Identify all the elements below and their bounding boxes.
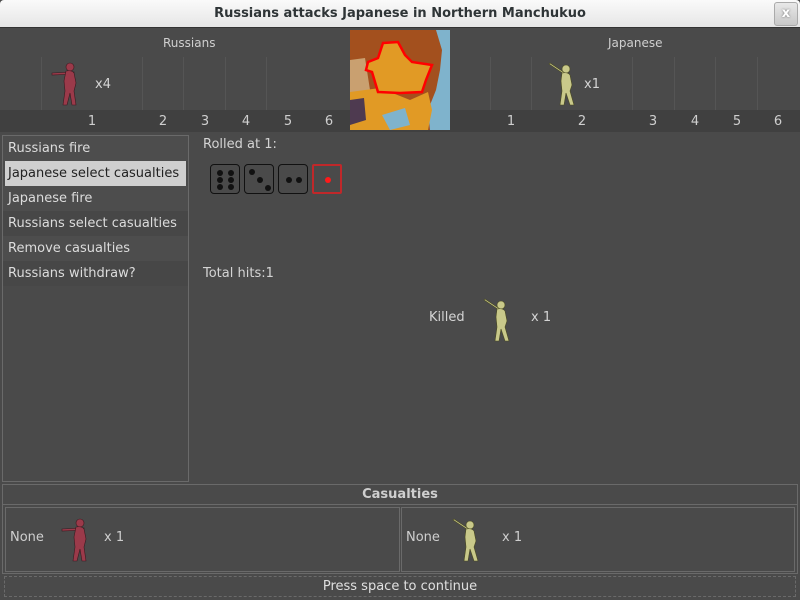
die-six-icon <box>210 164 240 194</box>
die-three-icon <box>244 164 274 194</box>
defender-num-6: 6 <box>773 114 783 129</box>
casualties-title: Casualties <box>3 485 797 505</box>
attacker-name: Russians <box>163 36 216 50</box>
japanese-infantry-icon <box>452 518 479 562</box>
territory-map-thumbnail <box>350 30 450 130</box>
phase-japanese-select-casualties[interactable]: Japanese select casualties <box>5 161 186 186</box>
defender-num-5: 5 <box>732 114 742 129</box>
defender-slot-count: x1 <box>584 77 600 92</box>
killed-label: Killed <box>429 310 465 325</box>
phase-list: Russians fire Japanese select casualties… <box>2 135 189 482</box>
phase-remove-casualties[interactable]: Remove casualties <box>3 236 188 261</box>
defender-slot-4 <box>674 57 715 110</box>
attacker-num-5: 5 <box>283 114 293 129</box>
attacker-slot-4 <box>225 57 266 110</box>
defender-num-4: 4 <box>690 114 700 129</box>
russian-infantry-icon <box>61 518 87 562</box>
attacker-num-3: 3 <box>200 114 210 129</box>
attacker-slot-5 <box>266 57 308 110</box>
phase-japanese-fire[interactable]: Japanese fire <box>3 186 188 211</box>
attacker-casualties: None x 1 <box>5 507 400 572</box>
attacker-slot-count: x4 <box>95 77 111 92</box>
window-title: Russians attacks Japanese in Northern Ma… <box>214 6 586 21</box>
russian-infantry-icon <box>51 62 77 106</box>
attacker-slot-3 <box>183 57 225 110</box>
defender-num-1: 1 <box>506 114 516 129</box>
attacker-casualties-label: None <box>10 530 44 545</box>
dice-row <box>210 164 342 194</box>
defender-name: Japanese <box>608 36 663 50</box>
attacker-num-4: 4 <box>241 114 251 129</box>
killed-japanese-infantry-icon <box>483 298 510 342</box>
die-one-hit-icon <box>312 164 342 194</box>
defender-num-2: 2 <box>577 114 587 129</box>
casualties-panel: Casualties None x 1 None x 1 <box>2 484 798 574</box>
attacker-slot-2 <box>142 57 183 110</box>
phase-russians-select-casualties[interactable]: Russians select casualties <box>3 211 188 236</box>
close-button[interactable]: x <box>774 2 798 26</box>
rolled-label: Rolled at 1: <box>203 137 277 152</box>
killed-count: x 1 <box>531 310 552 325</box>
defender-slot-5 <box>715 57 757 110</box>
defender-slots: x1 <box>490 57 800 110</box>
attacker-casualties-count: x 1 <box>104 530 125 545</box>
defender-casualties-label: None <box>406 530 440 545</box>
defender-num-3: 3 <box>648 114 658 129</box>
defender-casualties: None x 1 <box>401 507 795 572</box>
attacker-num-1: 1 <box>87 114 97 129</box>
japanese-infantry-icon <box>548 62 575 106</box>
defender-slot-3 <box>632 57 674 110</box>
attacker-num-2: 2 <box>158 114 168 129</box>
title-bar: Russians attacks Japanese in Northern Ma… <box>0 0 800 28</box>
defender-casualties-count: x 1 <box>502 530 523 545</box>
phase-russians-fire[interactable]: Russians fire <box>3 136 188 161</box>
total-hits: Total hits:1 <box>203 266 274 281</box>
attacker-slot-1: x4 <box>41 57 142 110</box>
continue-button[interactable]: Press space to continue <box>4 576 796 597</box>
defender-slot-1 <box>490 57 531 110</box>
die-two-icon <box>278 164 308 194</box>
attacker-slots: x4 <box>41 57 308 110</box>
defender-slot-2: x1 <box>531 57 632 110</box>
defender-slot-6 <box>757 57 800 110</box>
phase-russians-withdraw[interactable]: Russians withdraw? <box>3 261 188 286</box>
attacker-num-6: 6 <box>324 114 334 129</box>
